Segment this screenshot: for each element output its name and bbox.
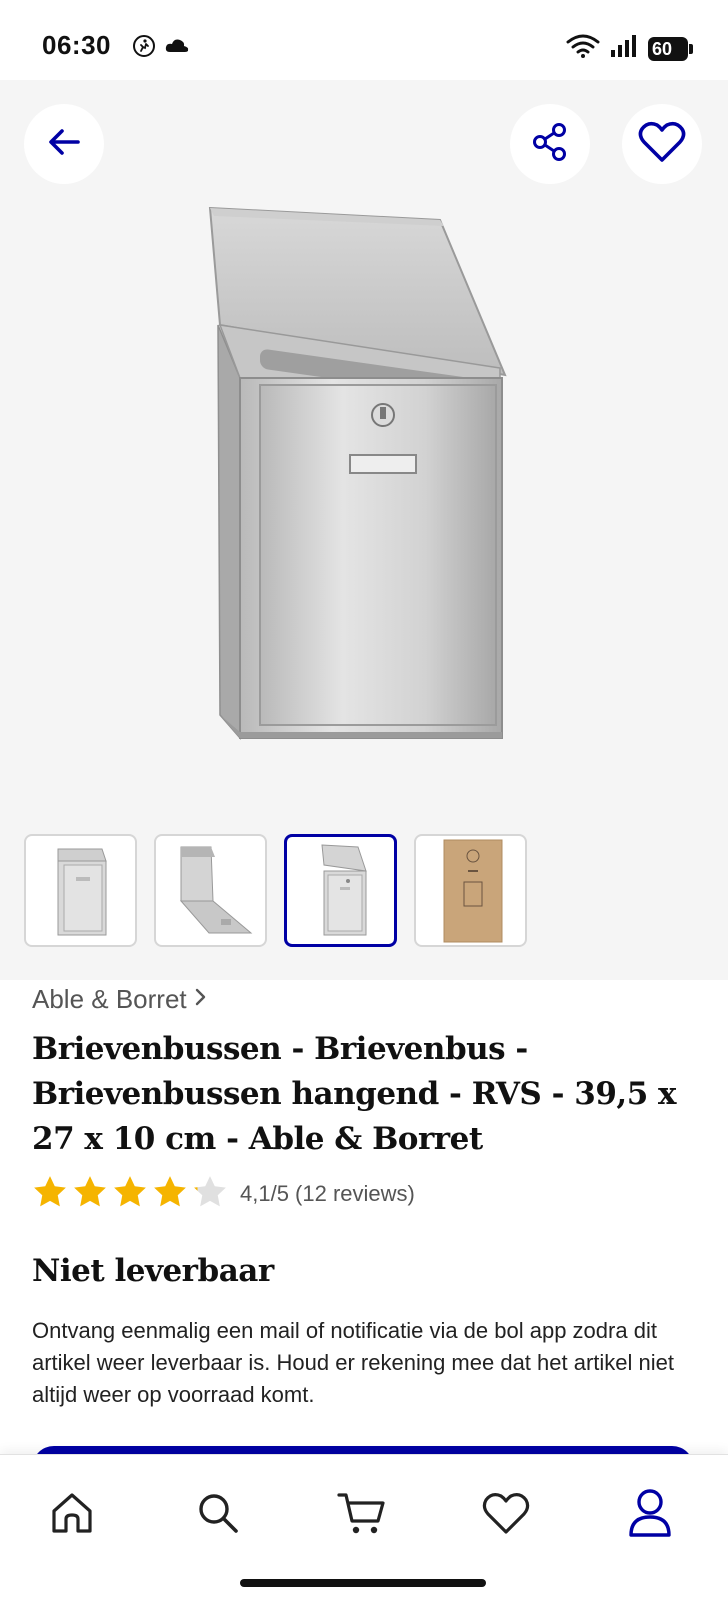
battery-icon: 60: [648, 36, 693, 61]
thumbnail-strip: [24, 834, 527, 947]
back-button[interactable]: [24, 104, 104, 184]
thumbnail-1[interactable]: [24, 834, 137, 947]
nav-cart[interactable]: [334, 1487, 390, 1543]
thumbnail-4[interactable]: [414, 834, 527, 947]
product-info: Able & Borret Brievenbussen - Brievenbus…: [32, 984, 702, 1411]
chevron-right-icon: [193, 984, 209, 1015]
product-title: Brievenbussen - Brievenbus - Brievenbuss…: [32, 1031, 677, 1157]
rating-text: 4,1/5 (12 reviews): [240, 1180, 415, 1206]
bottom-nav: [0, 1454, 728, 1600]
thumbnail-3[interactable]: [284, 834, 397, 947]
rating-stars: [32, 1174, 228, 1213]
search-icon: [194, 1489, 242, 1542]
product-main-image[interactable]: [200, 200, 520, 760]
home-indicator: [240, 1579, 486, 1587]
signal-icon: [610, 34, 638, 63]
star-icon: [192, 1174, 228, 1213]
share-button[interactable]: [510, 104, 590, 184]
product-gallery[interactable]: [0, 80, 728, 980]
wifi-icon: [566, 34, 600, 63]
brand-link[interactable]: Able & Borret: [32, 984, 702, 1015]
star-icon: [72, 1174, 108, 1213]
cart-icon: [336, 1487, 388, 1544]
cloud-icon: [164, 36, 190, 61]
thumbnail-2[interactable]: [154, 834, 267, 947]
heart-icon: [481, 1490, 531, 1541]
brand-name: Able & Borret: [32, 984, 187, 1014]
status-time: 06:30: [42, 30, 111, 60]
nav-favorites[interactable]: [478, 1487, 534, 1543]
arrow-left-icon: [44, 122, 84, 167]
star-icon: [112, 1174, 148, 1213]
star-icon: [152, 1174, 188, 1213]
activity-icon: [132, 34, 156, 63]
star-icon: [32, 1174, 68, 1213]
user-icon: [626, 1487, 674, 1544]
availability-notice: Ontvang eenmalig een mail of notificatie…: [32, 1318, 674, 1407]
home-icon: [48, 1489, 96, 1542]
nav-search[interactable]: [190, 1487, 246, 1543]
nav-account[interactable]: [622, 1487, 678, 1543]
status-bar: 06:30 60: [0, 0, 728, 80]
nav-home[interactable]: [44, 1487, 100, 1543]
rating[interactable]: 4,1/5 (12 reviews): [32, 1174, 702, 1213]
heart-icon: [638, 120, 686, 169]
favorite-button[interactable]: [622, 104, 702, 184]
availability-heading: Niet leverbaar: [32, 1253, 274, 1289]
share-icon: [528, 120, 572, 169]
